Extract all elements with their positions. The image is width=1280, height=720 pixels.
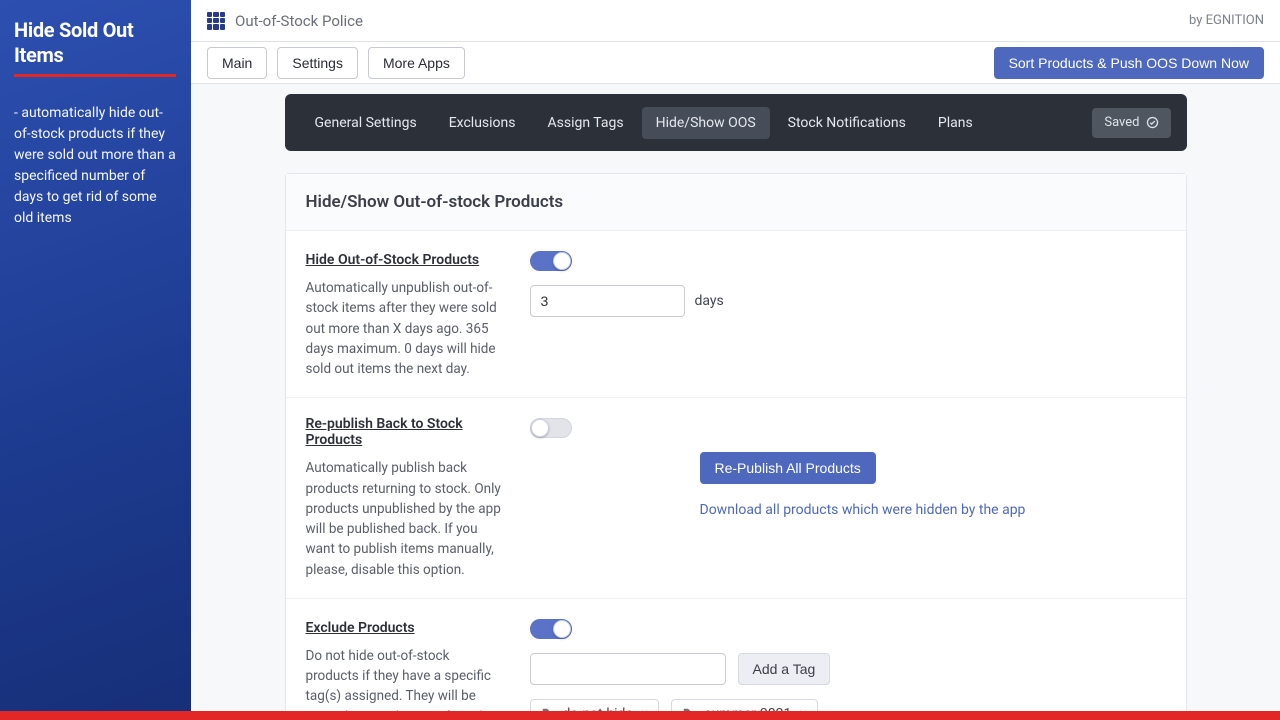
settings-button[interactable]: Settings [277, 47, 358, 79]
topbar: Out-of-Stock Police by EGNITION [191, 0, 1280, 42]
setting-exclude-desc: Do not hide out-of-stock products if the… [306, 646, 506, 720]
setting-republish-desc: Automatically publish back products retu… [306, 458, 506, 580]
setting-hide-oos: Hide Out-of-Stock Products Automatically… [286, 231, 1186, 398]
days-suffix: days [695, 293, 724, 309]
main-button[interactable]: Main [207, 47, 267, 79]
card-header: Hide/Show Out-of-stock Products [286, 174, 1186, 231]
tab-stock-notifications[interactable]: Stock Notifications [774, 107, 920, 139]
by-line: by EGNITION [1189, 13, 1264, 28]
check-circle-icon [1146, 116, 1159, 129]
more-apps-button[interactable]: More Apps [368, 47, 465, 79]
footer-accent [191, 711, 1280, 720]
setting-republish: Re-publish Back to Stock Products Automa… [286, 398, 1186, 599]
setting-exclude-title: Exclude Products [306, 620, 415, 636]
settings-card: Hide/Show Out-of-stock Products Hide Out… [285, 173, 1187, 720]
setting-republish-title: Re-publish Back to Stock Products [306, 416, 506, 448]
tag-input[interactable] [530, 653, 726, 685]
app-logo-icon [207, 12, 225, 30]
saved-indicator: Saved [1092, 108, 1170, 138]
setting-exclude: Exclude Products Do not hide out-of-stoc… [286, 599, 1186, 720]
days-input[interactable] [530, 285, 685, 317]
saved-label: Saved [1104, 115, 1139, 130]
setting-hide-title: Hide Out-of-Stock Products [306, 252, 480, 268]
tab-general-settings[interactable]: General Settings [301, 107, 431, 139]
tab-plans[interactable]: Plans [924, 107, 987, 139]
download-hidden-link[interactable]: Download all products which were hidden … [700, 502, 1166, 518]
add-tag-button[interactable]: Add a Tag [738, 653, 831, 685]
tab-hide-show-oos[interactable]: Hide/Show OOS [642, 107, 770, 139]
toggle-hide-oos[interactable] [530, 251, 572, 271]
tab-exclusions[interactable]: Exclusions [435, 107, 530, 139]
tabbar: General Settings Exclusions Assign Tags … [285, 94, 1187, 151]
promo-underline [14, 74, 176, 77]
toggle-exclude[interactable] [530, 619, 572, 639]
promo-footer-accent [0, 711, 191, 720]
sort-push-button[interactable]: Sort Products & Push OOS Down Now [994, 47, 1264, 79]
setting-hide-desc: Automatically unpublish out-of-stock ite… [306, 278, 506, 379]
republish-all-button[interactable]: Re-Publish All Products [700, 452, 876, 484]
promo-title: Hide Sold Out Items [14, 18, 177, 68]
tab-assign-tags[interactable]: Assign Tags [534, 107, 638, 139]
app-name: Out-of-Stock Police [235, 12, 363, 30]
promo-body: - automatically hide out-of-stock produc… [14, 103, 177, 229]
toggle-republish[interactable] [530, 418, 572, 438]
promo-sidebar: Hide Sold Out Items - automatically hide… [0, 0, 191, 720]
toolbar: Main Settings More Apps Sort Products & … [191, 42, 1280, 84]
